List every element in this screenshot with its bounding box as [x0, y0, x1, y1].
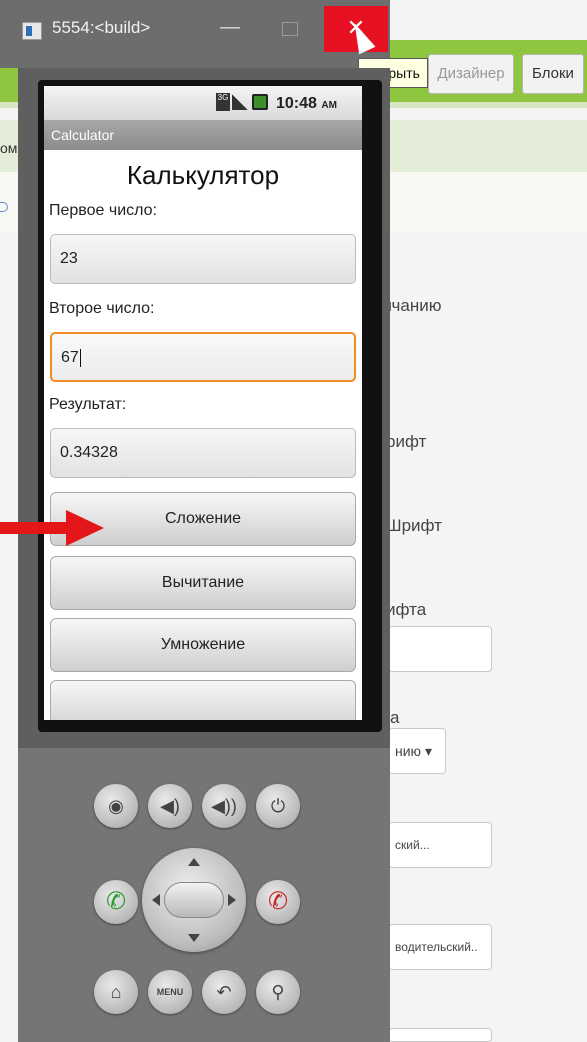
maximize-button: [282, 22, 298, 36]
dpad-right-icon[interactable]: [228, 894, 236, 906]
status-ampm: AM: [321, 100, 337, 111]
blocks-button[interactable]: Блоки: [522, 54, 584, 94]
result-field[interactable]: 0.34328: [50, 428, 356, 478]
property-label: ифта: [386, 600, 427, 619]
property-label: а: [390, 708, 400, 727]
dpad-up-icon[interactable]: [188, 858, 200, 866]
property-input[interactable]: [388, 626, 492, 672]
property-input[interactable]: [388, 1028, 492, 1042]
volume-up-button[interactable]: ◀)): [202, 784, 246, 828]
back-button[interactable]: ↶: [202, 970, 246, 1014]
divide-button-partial[interactable]: [50, 680, 356, 720]
app-title-bar: Calculator: [44, 120, 362, 150]
second-number-value: 67: [61, 349, 79, 366]
first-number-label: Первое число:: [49, 202, 157, 219]
property-input[interactable]: водительский..: [388, 924, 492, 970]
property-input[interactable]: ский...: [388, 822, 492, 868]
multiply-button[interactable]: Умножение: [50, 618, 356, 672]
power-button[interactable]: ⏻: [256, 784, 300, 828]
battery-icon: [252, 94, 268, 110]
status-time: 10:48 AM: [276, 95, 337, 113]
status-bar: 3G 10:48 AM: [44, 86, 362, 120]
result-label: Результат:: [49, 396, 127, 413]
status-time-value: 10:48: [276, 95, 317, 112]
call-button[interactable]: ✆: [94, 880, 138, 924]
search-button[interactable]: ⚲: [256, 970, 300, 1014]
property-label: лчанию: [382, 296, 442, 315]
property-dropdown[interactable]: нию ▾: [388, 728, 446, 774]
volume-down-button[interactable]: ◀): [148, 784, 192, 828]
home-button[interactable]: ⌂: [94, 970, 138, 1014]
dropdown-value: нию: [395, 743, 422, 759]
emulator-app-icon: [22, 22, 42, 40]
subtract-button[interactable]: Вычитание: [50, 556, 356, 610]
designer-button[interactable]: Дизайнер: [428, 54, 514, 94]
chevron-down-icon: ▾: [424, 743, 432, 759]
phone-screen: 3G 10:48 AM Calculator Калькулятор Перво…: [44, 86, 362, 720]
dpad-down-icon[interactable]: [188, 934, 200, 942]
second-number-field[interactable]: 67: [50, 332, 356, 382]
minimize-button[interactable]: —: [218, 16, 242, 40]
camera-button[interactable]: ◉: [94, 784, 138, 828]
dpad-left-icon[interactable]: [152, 894, 160, 906]
window-title: 5554:<build>: [52, 18, 151, 37]
second-number-label: Второе число:: [49, 300, 155, 317]
emulator-title-bar[interactable]: 5554:<build> — ✕: [0, 0, 390, 68]
signal-icon: [232, 94, 248, 110]
property-label: рифт: [386, 432, 427, 451]
network-3g-icon: 3G: [216, 93, 230, 111]
calculator-heading: Калькулятор: [126, 160, 280, 190]
text-caret: [79, 348, 81, 367]
dpad-center-button[interactable]: [164, 882, 224, 918]
red-pointer-arrow-icon: [0, 510, 104, 546]
first-number-field[interactable]: 23: [50, 234, 356, 284]
menu-button[interactable]: MENU: [148, 970, 192, 1014]
end-call-button[interactable]: ✆: [256, 880, 300, 924]
components-label-fragment: ом: [0, 140, 18, 156]
property-label: Шрифт: [386, 516, 442, 535]
